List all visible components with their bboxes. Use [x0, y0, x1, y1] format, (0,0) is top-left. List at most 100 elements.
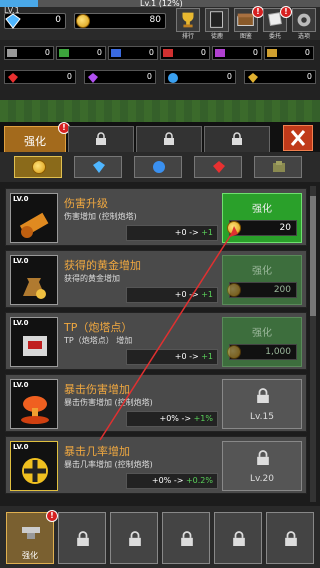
currency-filter-tabs [0, 152, 320, 182]
enhance-button[interactable]: 强化 1,000 [222, 317, 302, 367]
resource-ruby: 0 [4, 70, 76, 84]
bottom-tab-locked-1[interactable] [58, 512, 106, 564]
mission-alert-badge: ! [280, 6, 292, 18]
ranking-button[interactable] [176, 8, 200, 32]
resource-green: 0 [56, 46, 106, 60]
ranking-label: 排行 [181, 33, 194, 40]
bottom-tab-locked-2[interactable] [110, 512, 158, 564]
xp-text: Lv.1 (12%) [140, 0, 183, 8]
options-button[interactable] [292, 8, 316, 32]
upgrade-desc: 伤害增加 (控制炮塔) [64, 212, 137, 221]
lock-icon [257, 388, 269, 403]
upgrade-title: TP（炮塔点） [64, 321, 133, 334]
resource-gray: 0 [4, 46, 54, 60]
codex-label: 徒鹿 [210, 33, 223, 40]
unlock-level: Lv.20 [250, 474, 274, 484]
filter-blue-gem[interactable] [134, 156, 182, 178]
resource-sapphire: 0 [164, 70, 236, 84]
resource-amethyst: 0 [84, 70, 156, 84]
upgrade-row-gold: LV.0 获得的黄金增加 获得的黄金增加 +0 -> +1 强化 200 [5, 250, 307, 308]
diamond-icon [93, 161, 105, 173]
enhance-button-label: 强化 [252, 328, 272, 339]
list-scrollbar[interactable] [310, 186, 316, 502]
resource-value: 0 [304, 48, 310, 57]
tab-locked-2[interactable] [136, 126, 202, 152]
scrollbar-thumb[interactable] [310, 196, 316, 316]
lock-icon [233, 531, 245, 546]
resource-value: 0 [44, 48, 50, 57]
tab-enhance[interactable]: 强化 [4, 126, 66, 152]
delta-to: +1% [193, 414, 213, 423]
resource-value: 0 [200, 48, 206, 57]
upgrade-thumbnail: LV.0 [10, 255, 58, 305]
coin-icon [227, 221, 241, 235]
topaz-icon [248, 73, 258, 83]
upgrade-list: LV.0 伤害升级 伤害增加 (控制炮塔) +0 -> +1 强化 20 LV.… [0, 182, 320, 506]
delta-from: +0% -> [159, 414, 194, 423]
trophy-icon [182, 12, 194, 28]
locked-upgrade-button[interactable]: Lv.15 [222, 379, 302, 429]
bottom-tab-locked-5[interactable] [266, 512, 314, 564]
game-field-strip [0, 100, 320, 122]
enhance-button[interactable]: 强化 200 [222, 255, 302, 305]
mission-label: 委托 [268, 33, 281, 40]
panel-tabs: 强化 ! [0, 122, 320, 152]
red-ore-icon [163, 49, 173, 57]
purple-ore-icon [215, 49, 225, 57]
lock-icon [96, 132, 106, 145]
red-gem-icon [213, 161, 225, 173]
explosion-icon [21, 396, 49, 424]
enhance-button[interactable]: 强化 20 [222, 193, 302, 243]
gear-icon [297, 13, 311, 27]
upgrade-desc: 暴击伤害增加 (控制炮塔) [64, 398, 153, 407]
tab-locked-1[interactable] [68, 126, 134, 152]
tab-enhance-label: 强化 [24, 135, 46, 148]
yellow-ore-icon [267, 49, 277, 57]
tab-locked-3[interactable] [204, 126, 270, 152]
resource-red: 0 [160, 46, 210, 60]
enhance-button-label: 强化 [252, 266, 272, 277]
resource-value: 0 [252, 48, 258, 57]
filter-block[interactable] [254, 156, 302, 178]
resource-panel: 0 0 0 0 0 0 0 0 0 0 [0, 40, 320, 100]
close-icon [290, 130, 306, 146]
gem-count: 0 [55, 15, 61, 25]
coin-icon [227, 345, 241, 359]
lock-icon [232, 132, 242, 145]
bottom-tab-enhance-label: 强化 [22, 551, 38, 560]
upgrade-thumbnail: LV.0 [10, 441, 58, 491]
filter-coin[interactable] [14, 156, 62, 178]
resource-value: 0 [146, 72, 152, 81]
bottom-nav: 强化 ! [0, 506, 320, 568]
enhance-cost: 200 [227, 282, 297, 298]
upgrade-row-damage: LV.0 伤害升级 伤害增加 (控制炮塔) +0 -> +1 强化 20 [5, 188, 307, 246]
enhance-cost: 20 [227, 220, 297, 236]
upgrade-level: LV.0 [13, 195, 29, 203]
unlock-level: Lv.15 [250, 412, 274, 422]
cost-value: 1,000 [265, 347, 291, 357]
resource-blue: 0 [108, 46, 158, 60]
top-status-bar: Lv.1 (12%) LV.1 0 80 排行 徒鹿 ! 图鉴 ! 委托 选项 [0, 0, 320, 40]
filter-red-gem[interactable] [194, 156, 242, 178]
locked-upgrade-button[interactable]: Lv.20 [222, 441, 302, 491]
upgrade-row-tp: LV.0 TP（炮塔点） TP（炮塔点） 增加 +0 -> +1 强化 1,00… [5, 312, 307, 370]
bottom-tab-locked-4[interactable] [214, 512, 262, 564]
amethyst-icon [88, 73, 98, 83]
collection-label: 图鉴 [239, 33, 252, 40]
blue-gem-icon [153, 161, 165, 173]
upgrade-desc: 暴击几率增加 (控制炮塔) [64, 460, 153, 469]
filter-diamond[interactable] [74, 156, 122, 178]
book-icon [210, 11, 223, 28]
codex-button[interactable] [205, 8, 229, 32]
diamond-icon [5, 13, 21, 29]
upgrade-delta: +0% -> +0.2% [126, 473, 218, 489]
close-button[interactable] [283, 125, 313, 151]
bottom-tab-locked-3[interactable] [162, 512, 210, 564]
upgrade-delta: +0 -> +1 [126, 225, 218, 241]
delta-to: +1 [201, 228, 213, 237]
delta-to: +1 [201, 352, 213, 361]
delta-from: +0 -> [174, 352, 202, 361]
resource-value: 0 [96, 48, 102, 57]
options-label: 选项 [297, 33, 310, 40]
lock-icon [164, 132, 174, 145]
